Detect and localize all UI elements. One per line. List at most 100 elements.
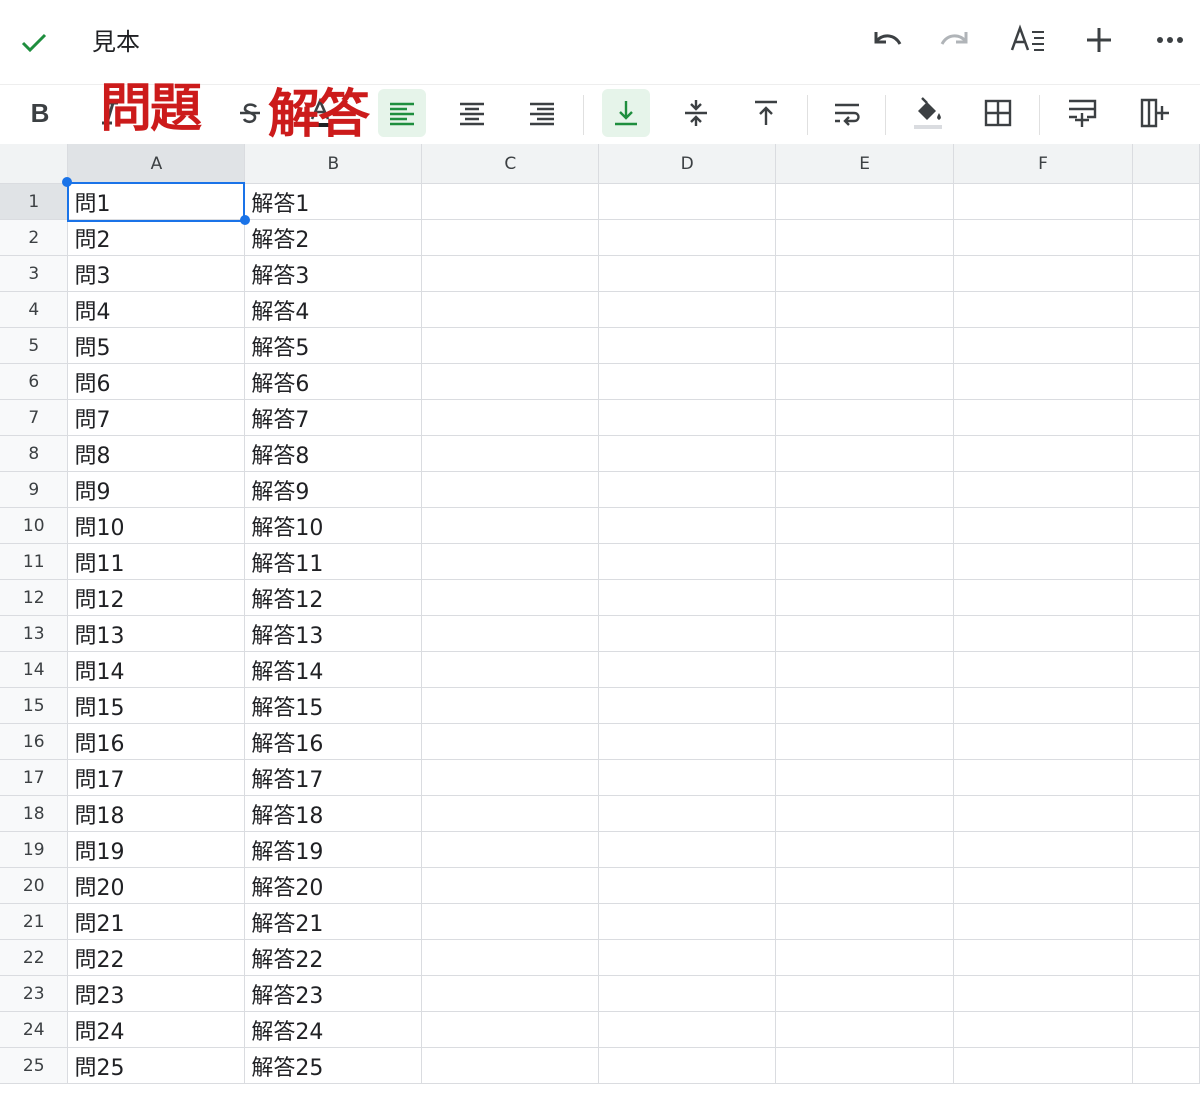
cell-g[interactable] [1132, 327, 1200, 364]
wrap-text-button[interactable] [823, 89, 871, 137]
row-header[interactable]: 19 [0, 831, 69, 868]
cell-e[interactable] [775, 903, 955, 940]
cell-b[interactable]: 解答20 [244, 867, 423, 904]
cell-d[interactable] [598, 435, 777, 472]
cell-f[interactable] [953, 1011, 1133, 1048]
cell-g[interactable] [1132, 543, 1200, 580]
cell-e[interactable] [775, 219, 955, 256]
cell-d[interactable] [598, 975, 777, 1012]
cell-d[interactable] [598, 219, 777, 256]
cell-a[interactable]: 問5 [67, 327, 246, 364]
cell-b[interactable]: 解答7 [244, 399, 423, 436]
cell-b[interactable]: 解答10 [244, 507, 423, 544]
valign-top-button[interactable] [742, 89, 790, 137]
undo-icon[interactable] [864, 18, 908, 62]
cell-f[interactable] [953, 183, 1133, 220]
cell-b[interactable]: 解答4 [244, 291, 423, 328]
cell-a[interactable]: 問20 [67, 867, 246, 904]
cell-b[interactable]: 解答11 [244, 543, 423, 580]
cell-a[interactable]: 問24 [67, 1011, 246, 1048]
valign-bottom-button[interactable] [602, 89, 650, 137]
cell-g[interactable] [1132, 687, 1200, 724]
cell-b[interactable]: 解答18 [244, 795, 423, 832]
cell-c[interactable] [421, 795, 600, 832]
row-header[interactable]: 23 [0, 975, 69, 1012]
cell-d[interactable] [598, 1047, 777, 1084]
cell-g[interactable] [1132, 975, 1200, 1012]
check-icon[interactable] [18, 26, 50, 58]
row-header[interactable]: 18 [0, 795, 69, 832]
cell-c[interactable] [421, 1011, 600, 1048]
cell-a[interactable]: 問3 [67, 255, 246, 292]
row-header[interactable]: 3 [0, 255, 69, 292]
cell-c[interactable] [421, 471, 600, 508]
cell-d[interactable] [598, 1011, 777, 1048]
cell-g[interactable] [1132, 1047, 1200, 1084]
cell-f[interactable] [953, 759, 1133, 796]
cell-f[interactable] [953, 399, 1133, 436]
text-format-icon[interactable] [1006, 18, 1050, 62]
valign-middle-button[interactable] [672, 89, 720, 137]
cell-d[interactable] [598, 759, 777, 796]
cell-d[interactable] [598, 903, 777, 940]
cell-d[interactable] [598, 867, 777, 904]
cell-c[interactable] [421, 975, 600, 1012]
cell-e[interactable] [775, 183, 955, 220]
column-header-f[interactable]: F [953, 144, 1133, 184]
cell-a[interactable]: 問4 [67, 291, 246, 328]
strikethrough-button[interactable] [226, 89, 274, 137]
cell-b[interactable]: 解答21 [244, 903, 423, 940]
cell-b[interactable]: 解答6 [244, 363, 423, 400]
row-header[interactable]: 16 [0, 723, 69, 760]
cell-e[interactable] [775, 795, 955, 832]
column-header-b[interactable]: B [244, 144, 423, 184]
cell-b[interactable]: 解答14 [244, 651, 423, 688]
cell-a[interactable]: 問15 [67, 687, 246, 724]
cell-d[interactable] [598, 831, 777, 868]
cell-f[interactable] [953, 435, 1133, 472]
cell-d[interactable] [598, 399, 777, 436]
row-header[interactable]: 22 [0, 939, 69, 976]
cell-g[interactable] [1132, 435, 1200, 472]
borders-button[interactable] [974, 89, 1022, 137]
cell-a[interactable]: 問9 [67, 471, 246, 508]
redo-icon[interactable] [934, 18, 978, 62]
cell-d[interactable] [598, 795, 777, 832]
row-header[interactable]: 12 [0, 579, 69, 616]
cell-f[interactable] [953, 687, 1133, 724]
cell-a[interactable]: 問8 [67, 435, 246, 472]
cell-g[interactable] [1132, 219, 1200, 256]
cell-c[interactable] [421, 1047, 600, 1084]
row-header[interactable]: 24 [0, 1011, 69, 1048]
cell-d[interactable] [598, 579, 777, 616]
cell-g[interactable] [1132, 255, 1200, 292]
cell-f[interactable] [953, 1047, 1133, 1084]
cell-g[interactable] [1132, 867, 1200, 904]
cell-g[interactable] [1132, 363, 1200, 400]
cell-c[interactable] [421, 507, 600, 544]
cell-c[interactable] [421, 651, 600, 688]
cell-b[interactable]: 解答25 [244, 1047, 423, 1084]
cell-e[interactable] [775, 615, 955, 652]
cell-e[interactable] [775, 759, 955, 796]
cell-f[interactable] [953, 579, 1133, 616]
cell-c[interactable] [421, 687, 600, 724]
cell-e[interactable] [775, 687, 955, 724]
cell-e[interactable] [775, 723, 955, 760]
cell-d[interactable] [598, 651, 777, 688]
row-header[interactable]: 2 [0, 219, 69, 256]
cell-g[interactable] [1132, 399, 1200, 436]
cell-e[interactable] [775, 291, 955, 328]
cell-a[interactable]: 問11 [67, 543, 246, 580]
column-header-e[interactable]: E [775, 144, 955, 184]
insert-row-button[interactable] [1058, 89, 1106, 137]
cell-f[interactable] [953, 651, 1133, 688]
cell-c[interactable] [421, 543, 600, 580]
cell-f[interactable] [953, 615, 1133, 652]
cell-f[interactable] [953, 363, 1133, 400]
cell-a[interactable]: 問17 [67, 759, 246, 796]
row-header[interactable]: 5 [0, 327, 69, 364]
row-header[interactable]: 1 [0, 183, 69, 220]
cell-d[interactable] [598, 291, 777, 328]
cell-a[interactable]: 問6 [67, 363, 246, 400]
